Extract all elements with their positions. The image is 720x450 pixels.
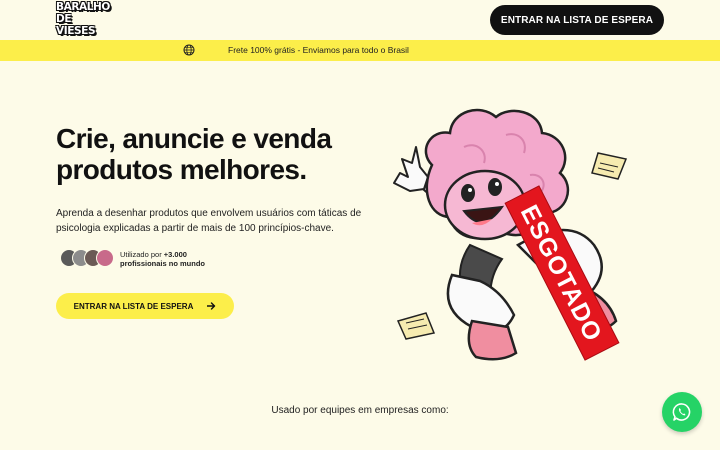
sticky-note-icon [591,152,628,180]
logo-line-2: DE VIESES [56,13,96,37]
site-header: BARALHO DE VIESES ENTRAR NA LISTA DE ESP… [0,0,720,40]
users-suffix: profissionais no mundo [120,259,206,268]
sticky-note-icon [396,312,436,340]
whatsapp-button[interactable] [662,392,702,432]
users-prefix: Utilizado por [120,250,164,259]
logo[interactable]: BARALHO DE VIESES [56,1,112,37]
users-count-text: Utilizado por +3.000 profissionais no mu… [120,250,205,268]
description-line-1: Aprenda a desenhar produtos que envolvem… [56,208,362,219]
companies-label: Usado por equipes em empresas como: [271,405,449,416]
arrow-right-icon [207,302,216,310]
page-title: Crie, anuncie e venda produtos melhores. [56,123,376,185]
headline-line-2: produtos melhores. [56,154,307,185]
whatsapp-icon [672,403,691,421]
brain-mascot-illustration: ESGOTADO [393,108,628,361]
description-line-2: psicologia explicadas a partir de mais d… [56,223,334,234]
hero-cta-label: ENTRAR NA LISTA DE ESPERA [73,301,194,311]
hero-waitlist-button[interactable]: ENTRAR NA LISTA DE ESPERA [56,293,234,319]
hero-description: Aprenda a desenhar produtos que envolvem… [56,206,368,236]
avatar [96,249,114,267]
banner-text: Frete 100% grátis - Enviamos para todo o… [228,45,409,55]
headline-line-1: Crie, anuncie e venda [56,123,332,154]
header-waitlist-button[interactable]: ENTRAR NA LISTA DE ESPERA [490,5,664,35]
logo-line-1: BARALHO [56,1,110,13]
shipping-banner: Frete 100% grátis - Enviamos para todo o… [0,40,720,61]
users-count: +3.000 [163,250,187,259]
globe-icon [183,44,195,56]
